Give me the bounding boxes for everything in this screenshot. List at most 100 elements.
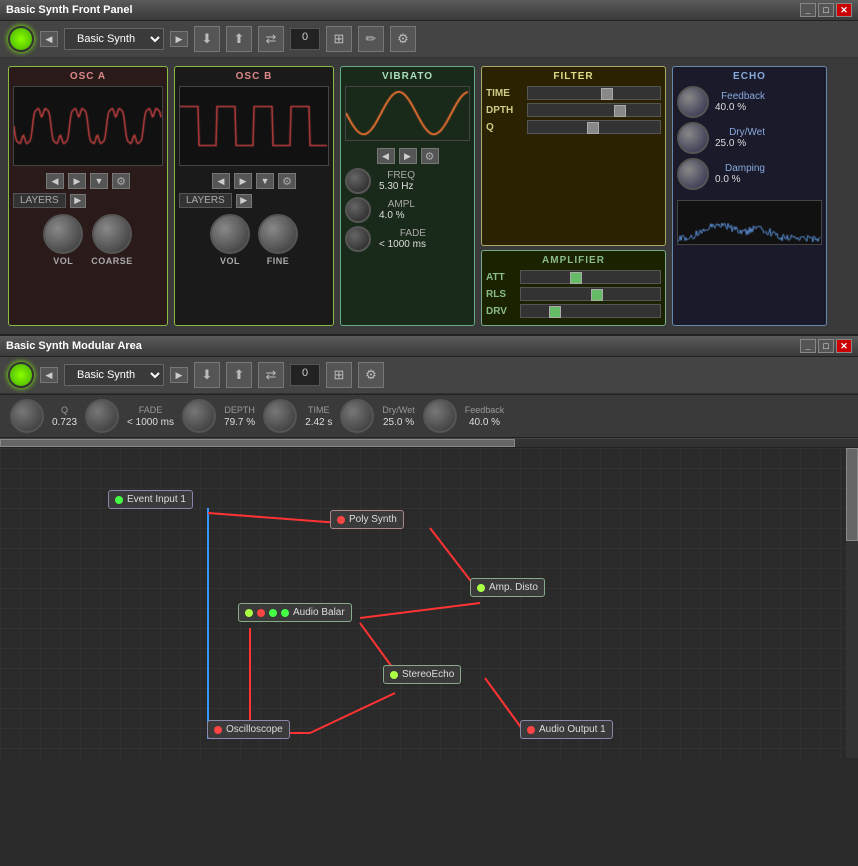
front-panel-title: Basic Synth Front Panel: [6, 4, 133, 16]
preset-dropdown[interactable]: Basic Synth: [64, 28, 164, 50]
front-panel-titlebar: Basic Synth Front Panel _ □ ✕: [0, 0, 858, 21]
modular-load-btn[interactable]: ⬆: [226, 362, 252, 388]
osc-b-prev[interactable]: ◀: [212, 173, 230, 189]
modular-prev-btn[interactable]: ◀: [40, 367, 58, 383]
vibrato-ampl-knob[interactable]: [345, 197, 371, 223]
strip-drywet-knob[interactable]: [340, 399, 374, 433]
osc-b-vol-knob[interactable]: [210, 214, 250, 254]
osc-a-vol-knob[interactable]: [43, 214, 83, 254]
echo-drywet-knob[interactable]: [677, 122, 709, 154]
hscroll-thumb[interactable]: [0, 439, 515, 447]
modular-restore-btn[interactable]: □: [818, 339, 834, 353]
power-button[interactable]: [8, 26, 34, 52]
osc-a-vol-group: VOL: [43, 214, 83, 266]
close-btn[interactable]: ✕: [836, 3, 852, 17]
filter-section: FILTER TIME DPTH Q: [481, 66, 666, 246]
osc-b-vol-group: VOL: [210, 214, 250, 266]
audio-output-node[interactable]: Audio Output 1: [520, 720, 613, 739]
compare-btn[interactable]: ⇄: [258, 26, 284, 52]
osc-b-fine-knob[interactable]: [258, 214, 298, 254]
modular-close-btn[interactable]: ✕: [836, 339, 852, 353]
modular-compare-btn[interactable]: ⇄: [258, 362, 284, 388]
modular-save-btn[interactable]: ⬇: [194, 362, 220, 388]
vibrato-prev[interactable]: ◀: [377, 148, 395, 164]
modular-title: Basic Synth Modular Area: [6, 340, 142, 352]
poly-synth-label: Poly Synth: [349, 514, 397, 525]
osc-b-layers-expand[interactable]: ▶: [236, 194, 252, 208]
osc-a-coarse-knob[interactable]: [92, 214, 132, 254]
amp-att-label: ATT: [486, 272, 514, 283]
audio-balance-dot3: [269, 609, 277, 617]
poly-synth-node[interactable]: Poly Synth: [330, 510, 404, 529]
echo-feedback-row: Feedback 40.0 %: [677, 86, 822, 118]
modular-next-btn[interactable]: ▶: [170, 367, 188, 383]
filter-dpth-slider[interactable]: [527, 103, 661, 117]
modular-toolbar: ◀ Basic Synth ▶ ⬇ ⬆ ⇄ 0 ⊞ ⚙: [0, 357, 858, 394]
modular-minimize-btn[interactable]: _: [800, 339, 816, 353]
strip-fade-knob[interactable]: [85, 399, 119, 433]
osc-a-next[interactable]: ▶: [68, 173, 86, 189]
counter-display: 0: [290, 28, 320, 50]
osc-a-gear[interactable]: ⚙: [112, 173, 130, 189]
strip-drywet-param: Dry/Wet 25.0 %: [382, 405, 414, 428]
amp-drv-slider[interactable]: [520, 304, 661, 318]
filter-dpth-row: DPTH: [486, 103, 661, 117]
prev-preset-btn[interactable]: ◀: [40, 31, 58, 47]
strip-fade-param: FADE < 1000 ms: [127, 405, 174, 428]
vibrato-fade-knob[interactable]: [345, 226, 371, 252]
osc-b-next[interactable]: ▶: [234, 173, 252, 189]
amp-disto-node[interactable]: Amp. Disto: [470, 578, 545, 597]
osc-b-gear[interactable]: ⚙: [278, 173, 296, 189]
echo-drywet-label: Dry/Wet: [715, 127, 765, 138]
oscilloscope-node[interactable]: Oscilloscope: [207, 720, 290, 739]
oscilloscope-dot: [214, 726, 222, 734]
strip-q-knob[interactable]: [10, 399, 44, 433]
next-preset-btn[interactable]: ▶: [170, 31, 188, 47]
osc-b-title: OSC B: [179, 71, 329, 82]
vertical-scrollbar[interactable]: [846, 448, 858, 758]
strip-feedback-knob[interactable]: [423, 399, 457, 433]
amp-att-slider[interactable]: [520, 270, 661, 284]
modular-power-btn[interactable]: [8, 362, 34, 388]
vibrato-fade-value: < 1000 ms: [379, 239, 426, 250]
strip-time-knob[interactable]: [263, 399, 297, 433]
settings-btn[interactable]: ⚙: [390, 26, 416, 52]
filter-q-slider[interactable]: [527, 120, 661, 134]
vibrato-next[interactable]: ▶: [399, 148, 417, 164]
echo-feedback-knob[interactable]: [677, 86, 709, 118]
filter-dpth-label: DPTH: [486, 105, 521, 116]
strip-drywet-value: 25.0 %: [383, 417, 414, 428]
event-input-node[interactable]: Event Input 1: [108, 490, 193, 509]
osc-b-down[interactable]: ▼: [256, 173, 274, 189]
modular-settings-btn[interactable]: ⚙: [358, 362, 384, 388]
stereo-echo-node[interactable]: StereoEcho: [383, 665, 461, 684]
vibrato-gear[interactable]: ⚙: [421, 148, 439, 164]
echo-damping-knob[interactable]: [677, 158, 709, 190]
audio-balance-node[interactable]: Audio Balar: [238, 603, 352, 622]
modular-canvas[interactable]: Event Input 1 Poly Synth Amp. Disto Audi…: [0, 448, 858, 758]
amp-rls-slider[interactable]: [520, 287, 661, 301]
event-input-label: Event Input 1: [127, 494, 186, 505]
modular-layout-btn[interactable]: ⊞: [326, 362, 352, 388]
strip-q-param: Q 0.723: [52, 405, 77, 428]
strip-depth-knob[interactable]: [182, 399, 216, 433]
strip-fade-value: < 1000 ms: [127, 417, 174, 428]
osc-a-prev[interactable]: ◀: [46, 173, 64, 189]
front-panel-toolbar: ◀ Basic Synth ▶ ⬇ ⬆ ⇄ 0 ⊞ ✏ ⚙: [0, 21, 858, 58]
horizontal-scrollbar[interactable]: [0, 438, 858, 448]
filter-time-slider[interactable]: [527, 86, 661, 100]
edit-btn[interactable]: ✏: [358, 26, 384, 52]
minimize-btn[interactable]: _: [800, 3, 816, 17]
osc-a-down[interactable]: ▼: [90, 173, 108, 189]
vibrato-waveform: [345, 86, 470, 141]
vibrato-ampl-group: AMPL 4.0 %: [379, 199, 415, 221]
restore-btn[interactable]: □: [818, 3, 834, 17]
save-btn[interactable]: ⬇: [194, 26, 220, 52]
layout-btn[interactable]: ⊞: [326, 26, 352, 52]
vibrato-freq-knob[interactable]: [345, 168, 371, 194]
amp-att-row: ATT: [486, 270, 661, 284]
modular-preset-dropdown[interactable]: Basic Synth: [64, 364, 164, 386]
osc-a-layers-expand[interactable]: ▶: [70, 194, 86, 208]
vscroll-thumb[interactable]: [846, 448, 858, 541]
load-btn[interactable]: ⬆: [226, 26, 252, 52]
